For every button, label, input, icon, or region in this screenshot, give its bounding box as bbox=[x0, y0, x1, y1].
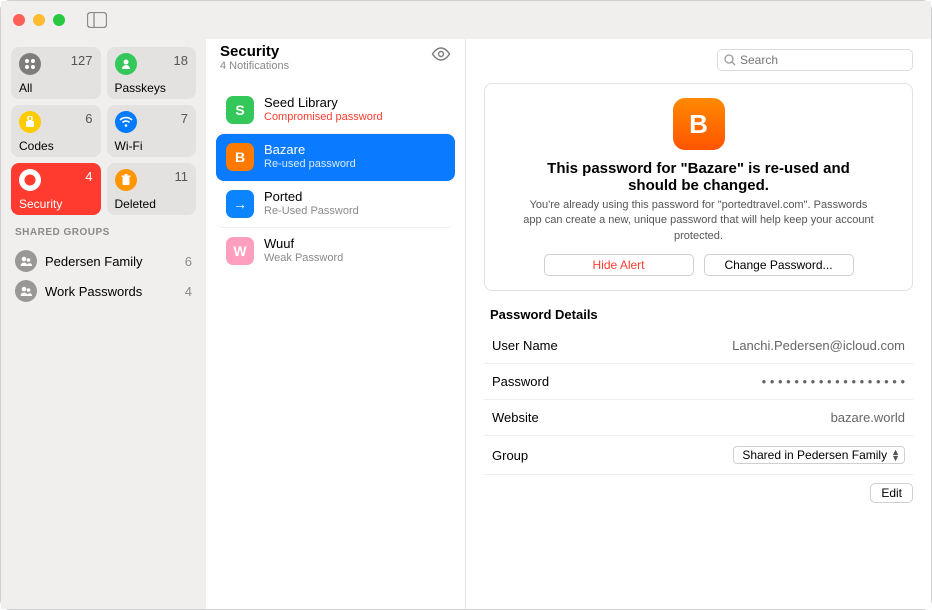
category-count: 127 bbox=[71, 53, 93, 68]
list-item-icon: → bbox=[226, 190, 254, 218]
codes-icon bbox=[19, 111, 41, 133]
list-item-status: Re-used password bbox=[264, 158, 356, 172]
hide-alert-button[interactable]: Hide Alert bbox=[544, 254, 694, 276]
list-item[interactable]: S Seed LibraryCompromised password bbox=[216, 87, 455, 134]
category-count: 18 bbox=[174, 53, 188, 68]
list-item-title: Bazare bbox=[264, 142, 356, 158]
group-popup-button[interactable]: Shared in Pedersen Family ▲▼ bbox=[733, 446, 905, 464]
sidebar-category-codes[interactable]: 6 Codes bbox=[11, 105, 101, 157]
change-password-button[interactable]: Change Password... bbox=[704, 254, 854, 276]
alert-body: You're already using this password for "… bbox=[503, 194, 894, 254]
category-label: Codes bbox=[19, 139, 93, 153]
fullscreen-window-button[interactable] bbox=[53, 14, 65, 26]
search-field[interactable] bbox=[717, 49, 913, 71]
visibility-toggle-icon[interactable] bbox=[431, 43, 451, 61]
traffic-lights bbox=[13, 14, 65, 26]
detail-row-group[interactable]: Group Shared in Pedersen Family ▲▼ bbox=[484, 436, 913, 475]
detail-row-website[interactable]: Website bazare.world bbox=[484, 400, 913, 436]
group-name: Work Passwords bbox=[45, 284, 177, 299]
edit-button[interactable]: Edit bbox=[870, 483, 913, 503]
app-icon: B bbox=[673, 98, 725, 150]
category-label: Deleted bbox=[115, 197, 189, 211]
detail-row-password[interactable]: Password • • • • • • • • • • • • • • • •… bbox=[484, 364, 913, 400]
all-icon bbox=[19, 53, 41, 75]
passkeys-icon bbox=[115, 53, 137, 75]
sidebar: 127 All 18 Passkeys 6 Codes 7 Wi-Fi 4 Security 11 D… bbox=[1, 39, 206, 609]
category-label: All bbox=[19, 81, 93, 95]
list-item-status: Re-Used Password bbox=[264, 205, 359, 219]
shared-group-item[interactable]: Pedersen Family 6 bbox=[11, 246, 196, 276]
list-item[interactable]: W WuufWeak Password bbox=[216, 228, 455, 274]
security-alert-card: B This password for "Bazare" is re-used … bbox=[484, 83, 913, 291]
detail-pane: B This password for "Bazare" is re-used … bbox=[466, 39, 931, 609]
list-item-title: Seed Library bbox=[264, 95, 383, 111]
shared-group-item[interactable]: Work Passwords 4 bbox=[11, 276, 196, 306]
category-count: 7 bbox=[181, 111, 188, 126]
website-label: Website bbox=[492, 410, 539, 425]
list-item-icon: W bbox=[226, 237, 254, 265]
sidebar-category-wifi[interactable]: 7 Wi-Fi bbox=[107, 105, 197, 157]
list-item-title: Ported bbox=[264, 189, 359, 205]
username-label: User Name bbox=[492, 338, 558, 353]
password-label: Password bbox=[492, 374, 549, 389]
list-item-status: Weak Password bbox=[264, 252, 343, 266]
category-label: Security bbox=[19, 197, 93, 211]
notification-list-column: Security 4 Notifications S Seed LibraryCo… bbox=[206, 39, 466, 609]
shared-groups-header: SHARED GROUPS bbox=[11, 221, 196, 240]
group-label: Group bbox=[492, 448, 528, 463]
password-details-header: Password Details bbox=[484, 291, 913, 328]
close-window-button[interactable] bbox=[13, 14, 25, 26]
password-value: • • • • • • • • • • • • • • • • • • bbox=[762, 374, 905, 389]
group-avatar-icon bbox=[15, 280, 37, 302]
minimize-window-button[interactable] bbox=[33, 14, 45, 26]
category-count: 6 bbox=[85, 111, 92, 126]
window-titlebar bbox=[1, 1, 931, 39]
category-count: 11 bbox=[175, 169, 189, 184]
popup-arrows-icon: ▲▼ bbox=[891, 449, 900, 461]
sidebar-category-passkeys[interactable]: 18 Passkeys bbox=[107, 47, 197, 99]
group-value: Shared in Pedersen Family bbox=[742, 448, 887, 462]
category-count: 4 bbox=[85, 169, 92, 184]
list-item[interactable]: → PortedRe-Used Password bbox=[216, 181, 455, 228]
list-item-icon: B bbox=[226, 143, 254, 171]
search-input[interactable] bbox=[740, 53, 906, 67]
sidebar-toggle-button[interactable] bbox=[87, 12, 107, 28]
security-icon bbox=[19, 169, 41, 191]
category-label: Passkeys bbox=[115, 81, 189, 95]
list-item-icon: S bbox=[226, 96, 254, 124]
column-title: Security bbox=[220, 43, 289, 60]
column-subtitle: 4 Notifications bbox=[220, 60, 289, 72]
wifi-icon bbox=[115, 111, 137, 133]
sidebar-category-security[interactable]: 4 Security bbox=[11, 163, 101, 215]
group-count: 6 bbox=[185, 254, 192, 269]
list-item-status: Compromised password bbox=[264, 111, 383, 125]
detail-row-username[interactable]: User Name Lanchi.Pedersen@icloud.com bbox=[484, 328, 913, 364]
list-item-title: Wuuf bbox=[264, 236, 343, 252]
deleted-icon bbox=[115, 169, 137, 191]
group-count: 4 bbox=[185, 284, 192, 299]
category-label: Wi-Fi bbox=[115, 139, 189, 153]
alert-title: This password for "Bazare" is re-used an… bbox=[503, 160, 894, 194]
list-item[interactable]: B BazareRe-used password bbox=[216, 134, 455, 181]
group-avatar-icon bbox=[15, 250, 37, 272]
sidebar-category-all[interactable]: 127 All bbox=[11, 47, 101, 99]
search-icon bbox=[724, 54, 736, 66]
username-value: Lanchi.Pedersen@icloud.com bbox=[732, 338, 905, 353]
group-name: Pedersen Family bbox=[45, 254, 177, 269]
sidebar-category-deleted[interactable]: 11 Deleted bbox=[107, 163, 197, 215]
website-value: bazare.world bbox=[831, 410, 905, 425]
